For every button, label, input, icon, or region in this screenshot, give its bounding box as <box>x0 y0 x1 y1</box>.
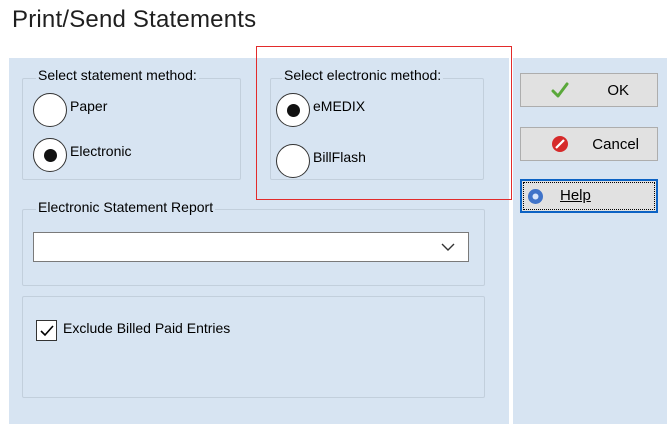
help-icon <box>528 189 543 204</box>
report-label: Electronic Statement Report <box>36 199 216 215</box>
radio-billflash-label: BillFlash <box>313 149 366 165</box>
radio-electronic-circle[interactable] <box>33 138 67 172</box>
cancel-button[interactable]: Cancel <box>520 127 658 161</box>
exclude-checkbox-row[interactable]: Exclude Billed Paid Entries <box>36 320 230 341</box>
radio-emedix-label: eMEDIX <box>313 98 366 114</box>
ok-label: OK <box>607 81 629 99</box>
exclude-label: Exclude Billed Paid Entries <box>63 319 231 336</box>
radio-paper-label: Paper <box>70 98 108 114</box>
dialog-title: Print/Send Statements <box>12 6 257 33</box>
chevron-down-icon[interactable] <box>440 240 456 254</box>
help-button[interactable]: Help <box>520 179 658 213</box>
radio-billflash-circle[interactable] <box>276 144 310 178</box>
radio-paper-circle[interactable] <box>33 93 67 127</box>
checkmark-icon <box>39 324 54 336</box>
exclude-checkbox[interactable] <box>36 320 57 341</box>
radio-paper[interactable]: Paper <box>33 93 107 127</box>
ok-button[interactable]: OK <box>520 73 658 107</box>
help-label: Help <box>560 187 591 204</box>
electronic-method-label: Select electronic method: <box>282 67 444 83</box>
radio-emedix-circle[interactable] <box>276 93 310 127</box>
radio-emedix[interactable]: eMEDIX <box>276 93 365 127</box>
radio-emedix-dot <box>286 103 300 117</box>
statement-method-label: Select statement method: <box>36 67 199 83</box>
cancel-label: Cancel <box>592 135 639 153</box>
radio-billflash[interactable]: BillFlash <box>276 144 366 178</box>
radio-electronic[interactable]: Electronic <box>33 138 131 172</box>
radio-electronic-label: Electronic <box>70 143 132 159</box>
button-panel <box>513 58 667 424</box>
radio-electronic-dot <box>43 148 57 162</box>
report-select[interactable] <box>33 232 469 262</box>
exclude-group <box>22 296 485 398</box>
